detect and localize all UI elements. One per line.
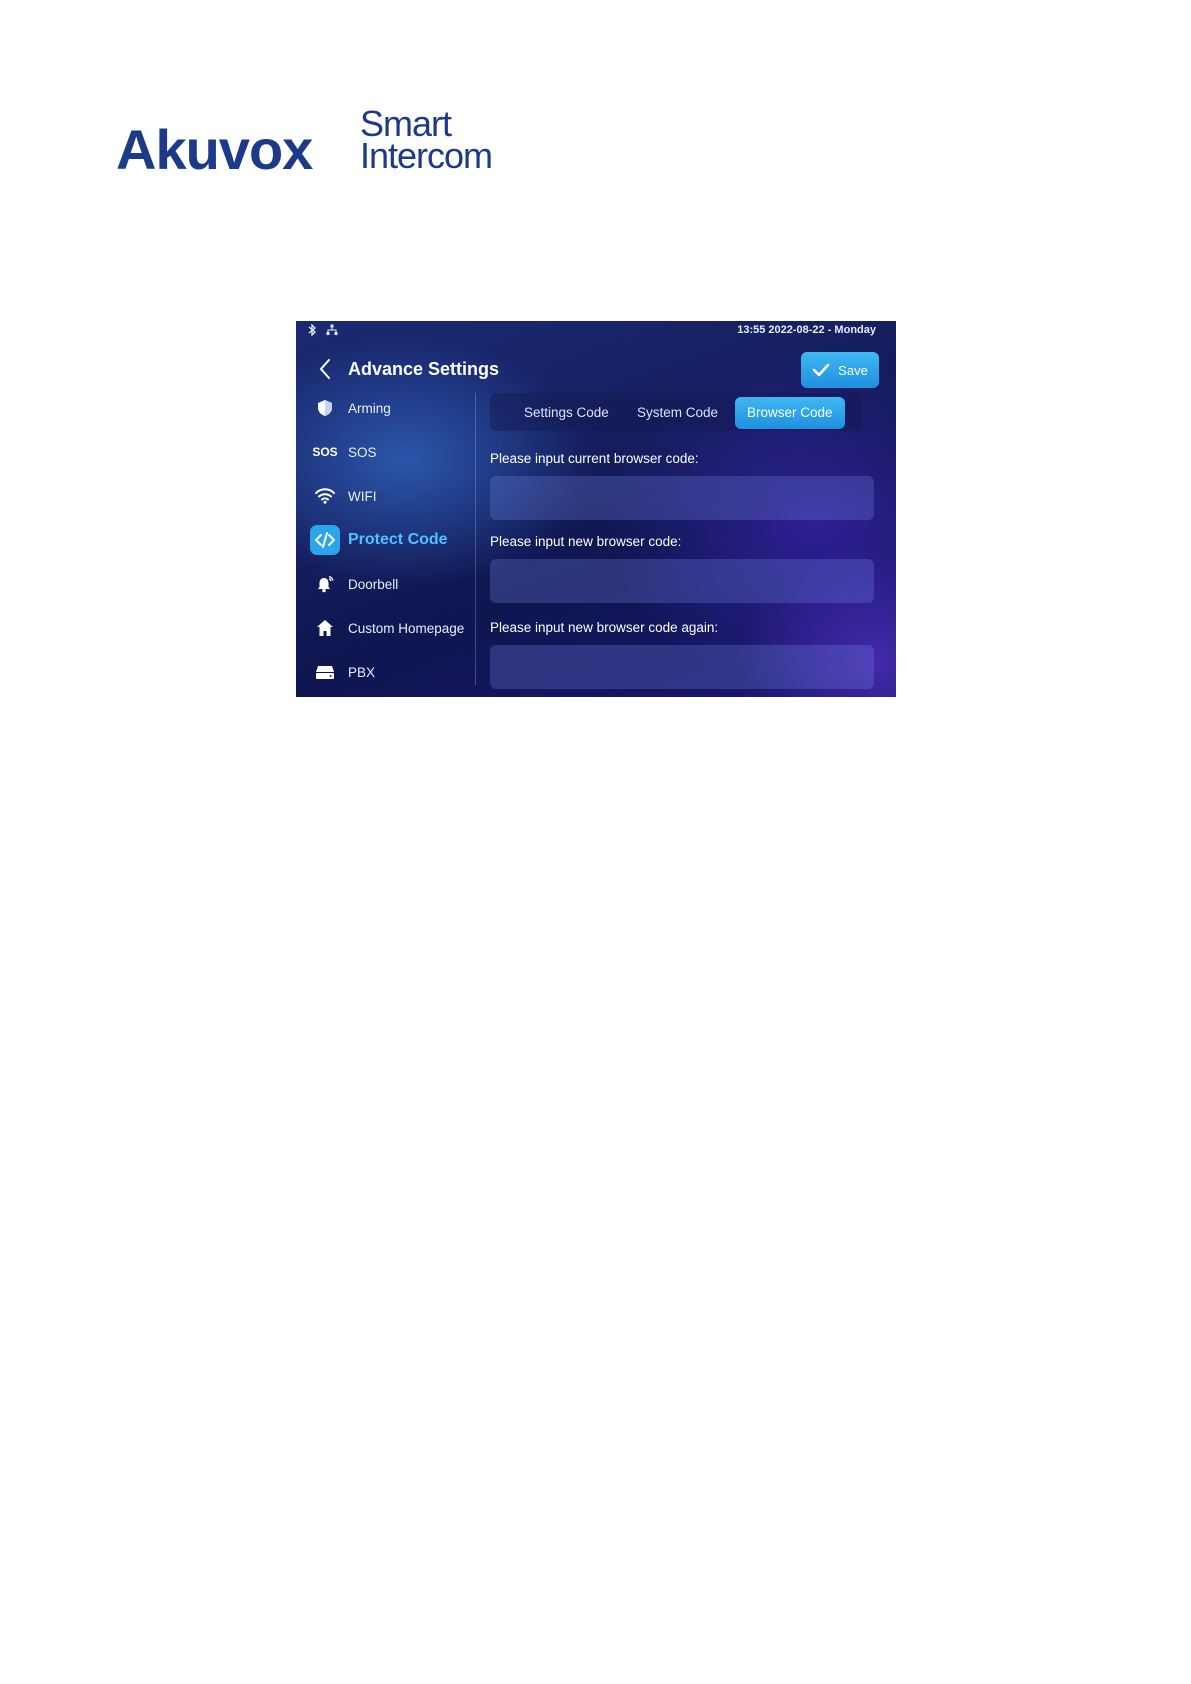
pbx-icon bbox=[310, 657, 340, 687]
logo-tagline: Smart Intercom bbox=[360, 106, 493, 176]
sidebar-item-label: Protect Code bbox=[348, 531, 448, 548]
network-icon bbox=[326, 324, 338, 339]
new-browser-code-input[interactable] bbox=[490, 559, 874, 603]
bell-icon bbox=[310, 569, 340, 599]
wifi-icon bbox=[310, 481, 340, 511]
sidebar-item-doorbell[interactable]: Doorbell bbox=[310, 569, 398, 599]
sidebar-item-label: Doorbell bbox=[348, 576, 399, 592]
confirm-code-label: Please input new browser code again: bbox=[490, 620, 719, 635]
sidebar-item-label: WIFI bbox=[348, 488, 377, 504]
sidebar-item-label: Custom Homepage bbox=[348, 620, 465, 636]
home-icon bbox=[310, 613, 340, 643]
sidebar-item-label: PBX bbox=[348, 664, 376, 680]
tab-browser-code[interactable]: Browser Code bbox=[735, 397, 845, 429]
logo-wordmark: Akuvox bbox=[116, 118, 313, 181]
akuvox-logo: Akuvox Smart Intercom bbox=[116, 106, 496, 181]
tab-system-code[interactable]: System Code bbox=[625, 397, 730, 429]
sidebar-item-wifi[interactable]: WIFI bbox=[310, 481, 377, 511]
save-button[interactable]: Save bbox=[801, 352, 879, 388]
sidebar-item-sos[interactable]: SOS SOS bbox=[310, 437, 377, 467]
sidebar-item-label: Arming bbox=[348, 400, 391, 416]
sidebar-item-arming[interactable]: Arming bbox=[310, 393, 391, 423]
sidebar: Arming SOS SOS WIFI Protect Code Doorbel… bbox=[296, 393, 476, 697]
back-button[interactable] bbox=[316, 357, 336, 381]
shield-icon bbox=[310, 393, 340, 423]
logo-tagline-line2: Intercom bbox=[360, 135, 493, 176]
header: Advance Settings Save bbox=[296, 349, 896, 389]
chevron-left-icon bbox=[319, 359, 330, 379]
sidebar-divider bbox=[475, 393, 476, 685]
status-bar: 13:55 2022-08-22 - Monday bbox=[296, 321, 896, 341]
code-tabs: Settings Code System Code Browser Code bbox=[490, 393, 862, 431]
sidebar-item-custom-homepage[interactable]: Custom Homepage bbox=[310, 613, 464, 643]
confirm-browser-code-input[interactable] bbox=[490, 645, 874, 689]
sidebar-item-protect-code[interactable]: Protect Code bbox=[310, 525, 448, 555]
sos-icon: SOS bbox=[312, 445, 338, 459]
status-icons bbox=[308, 323, 344, 339]
current-code-label: Please input current browser code: bbox=[490, 451, 699, 466]
tab-settings-code[interactable]: Settings Code bbox=[512, 397, 621, 429]
status-datetime: 13:55 2022-08-22 - Monday bbox=[737, 324, 876, 336]
current-browser-code-input[interactable] bbox=[490, 476, 874, 520]
bluetooth-icon bbox=[308, 323, 320, 339]
page-title: Advance Settings bbox=[348, 359, 500, 379]
save-button-label: Save bbox=[838, 362, 868, 378]
new-code-label: Please input new browser code: bbox=[490, 534, 682, 549]
device-screenshot: 13:55 2022-08-22 - Monday Advance Settin… bbox=[296, 321, 896, 697]
sidebar-item-label: SOS bbox=[348, 444, 377, 460]
check-icon bbox=[812, 363, 830, 377]
code-icon bbox=[310, 525, 340, 555]
sidebar-item-pbx[interactable]: PBX bbox=[310, 657, 375, 687]
